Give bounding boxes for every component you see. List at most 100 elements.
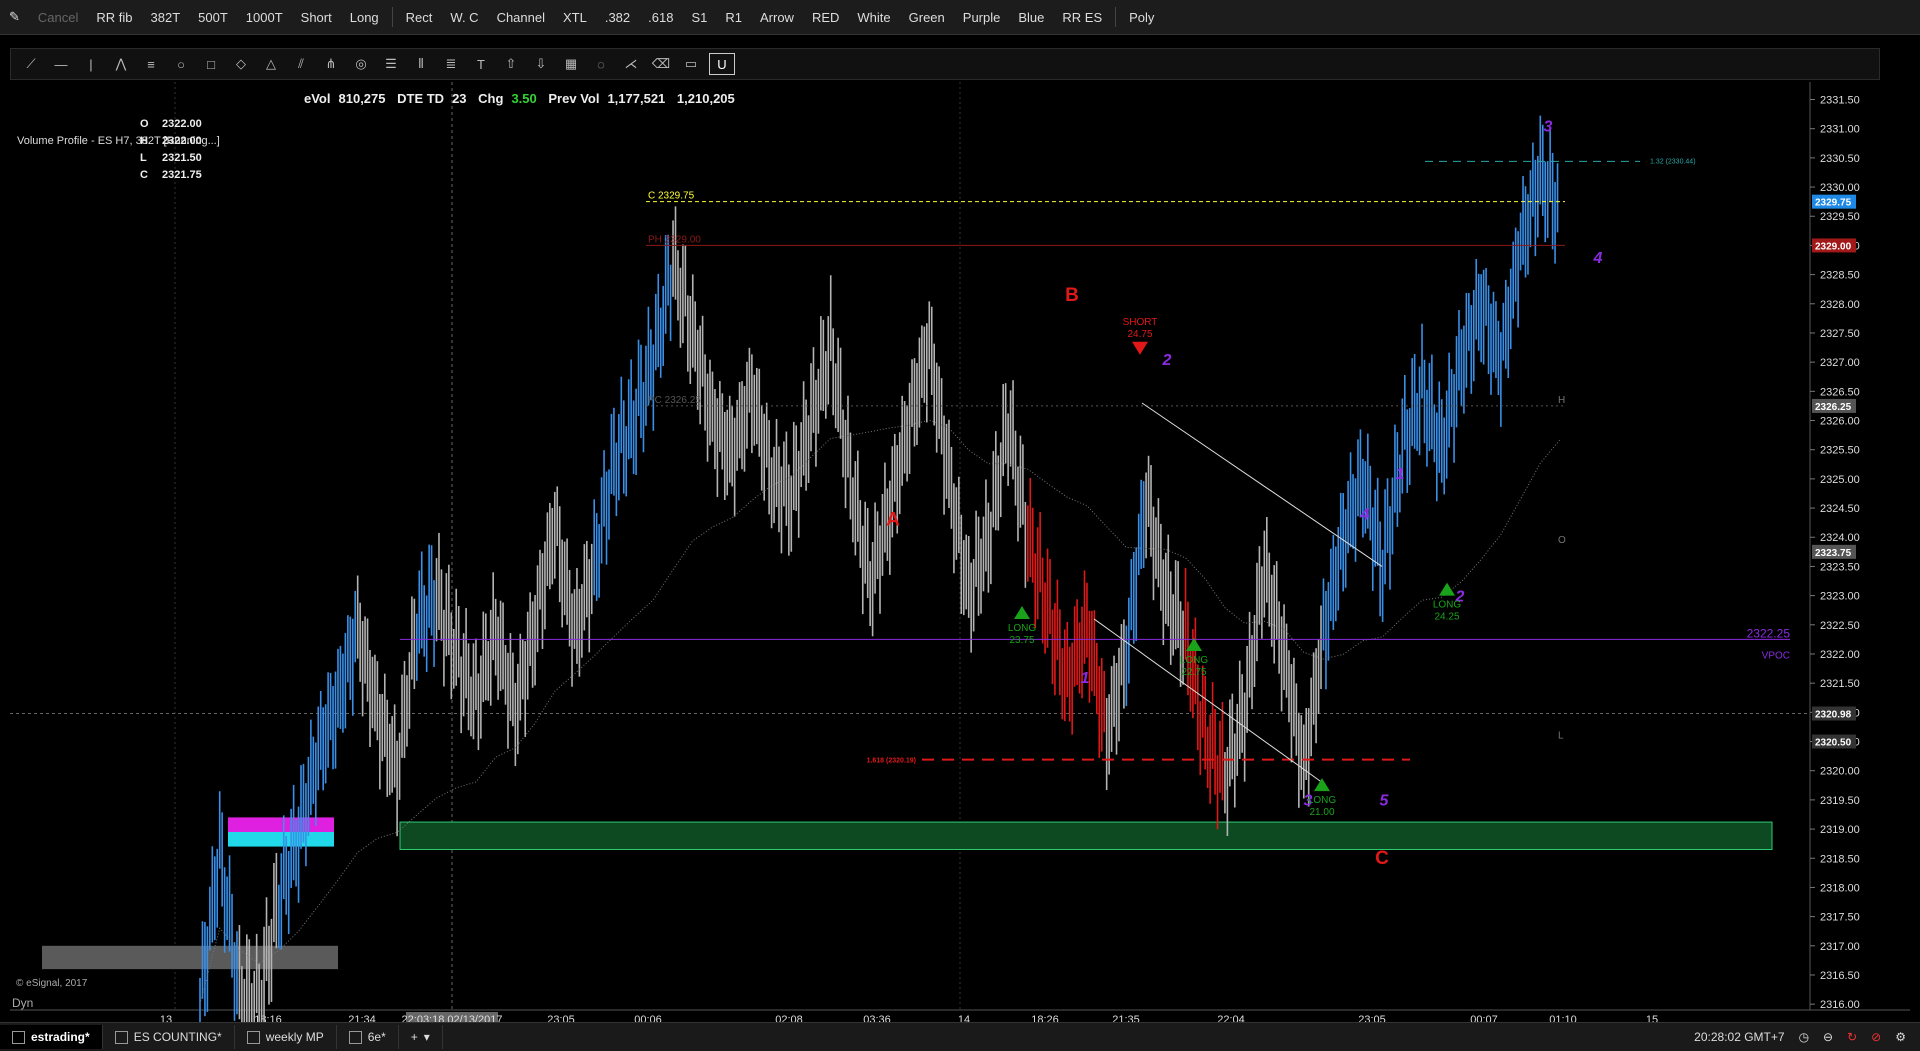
y-tick-label: 2321.50 xyxy=(1820,678,1860,690)
x-tick-label: 21:34 xyxy=(348,1014,376,1022)
toolbar-button-short[interactable]: Short xyxy=(292,10,341,25)
toolbar-button-channel[interactable]: Channel xyxy=(488,10,554,25)
toolbar-button-white[interactable]: White xyxy=(848,10,899,25)
polyline-tool-icon[interactable]: ⋀ xyxy=(109,54,133,74)
gann-tool-icon[interactable]: ◎ xyxy=(349,54,373,74)
y-tick-label: 2329.50 xyxy=(1820,211,1860,223)
y-tick-label: 2327.00 xyxy=(1820,357,1860,369)
long-signal-label: LONG xyxy=(1433,600,1462,611)
y-tick-label: 2325.00 xyxy=(1820,474,1860,486)
undo-icon[interactable]: U xyxy=(709,53,735,75)
toolbar-button-arrow[interactable]: Arrow xyxy=(751,10,803,25)
x-tick-label: 18:26 xyxy=(1031,1014,1059,1022)
dte-label: DTE TD xyxy=(397,91,445,106)
wave-label: B xyxy=(1065,285,1079,306)
tab-estrading[interactable]: estrading* xyxy=(0,1025,103,1049)
toolbar-button-cancel[interactable]: Cancel xyxy=(29,10,87,25)
toolbar-button-r1[interactable]: R1 xyxy=(716,10,751,25)
long-signal-value: 23.75 xyxy=(1009,635,1034,646)
toolbar-button-500t[interactable]: 500T xyxy=(189,10,237,25)
x-tick-label: 00:06 xyxy=(634,1014,662,1022)
level-label: C 2329.75 xyxy=(648,191,695,202)
pencil-icon[interactable]: ✎ xyxy=(0,9,29,25)
line-tool-icon[interactable]: ⟋ xyxy=(19,54,43,74)
chevron-down-icon: ▾ xyxy=(423,1030,430,1044)
toolbar-button-rect[interactable]: Rect xyxy=(397,10,442,25)
toolbar-button-green[interactable]: Green xyxy=(900,10,954,25)
chg-value: 3.50 xyxy=(511,91,537,106)
fan-icon[interactable]: ⋌ xyxy=(619,54,643,74)
arrow-up-icon[interactable]: ⇧ xyxy=(499,54,523,74)
toolbar-button-purple[interactable]: Purple xyxy=(954,10,1010,25)
price-chart[interactable]: 2331.50 2331.00 2330.50 2330.00 2329.50 2329.… xyxy=(10,82,1910,1022)
triangle-tool-icon[interactable]: △ xyxy=(259,54,283,74)
toolbar-button-s1[interactable]: S1 xyxy=(682,10,716,25)
cycles-icon[interactable]: ◌ xyxy=(589,54,613,74)
rect-tool-icon[interactable]: □ xyxy=(199,54,223,74)
grid-icon[interactable]: ▦ xyxy=(559,54,583,74)
plus-icon: + xyxy=(410,1030,418,1044)
bottom-tabbar: estrading* ES COUNTING* weekly MP 6e* + ▾… xyxy=(0,1022,1920,1051)
vline-tool-icon[interactable]: | xyxy=(79,54,103,74)
x-tick-label: 13 xyxy=(160,1014,172,1022)
y-tick-label: 2319.50 xyxy=(1820,795,1860,807)
text-tool-icon[interactable]: T xyxy=(469,54,493,74)
tab-checkbox[interactable] xyxy=(114,1030,128,1044)
fib-tool-icon[interactable]: ≡ xyxy=(139,54,163,74)
fib-time-icon[interactable]: ⦀ xyxy=(409,54,433,74)
tab-checkbox[interactable] xyxy=(348,1030,362,1044)
toolbar-button-618[interactable]: .618 xyxy=(639,10,682,25)
y-tick-label: 2325.50 xyxy=(1820,445,1860,457)
arrow-down-icon[interactable]: ⇩ xyxy=(529,54,553,74)
level-label: 2322.25 xyxy=(1747,626,1791,640)
toolbar-button-rr-es[interactable]: RR ES xyxy=(1053,10,1111,25)
eraser-icon[interactable]: ⌫ xyxy=(649,54,673,74)
hline-tool-icon[interactable]: ― xyxy=(49,54,73,74)
settings-icon[interactable]: ⚙ xyxy=(1895,1030,1906,1044)
o-label: O xyxy=(140,118,149,130)
add-tab-button[interactable]: + ▾ xyxy=(399,1025,443,1049)
volume-profile-bar xyxy=(228,817,334,832)
fib-levels-icon[interactable]: ☰ xyxy=(379,54,403,74)
toolbar-button-poly[interactable]: Poly xyxy=(1120,10,1163,25)
l-value: 2321.50 xyxy=(162,152,202,164)
toolbar-button-382[interactable]: .382 xyxy=(596,10,639,25)
tab-es-counting[interactable]: ES COUNTING* xyxy=(103,1025,235,1049)
y-tick-label: 2322.00 xyxy=(1820,649,1860,661)
wave-label: 3 xyxy=(1544,119,1553,136)
tab-weekly-mp[interactable]: weekly MP xyxy=(235,1025,337,1049)
channel-tool-icon[interactable]: ⫽ xyxy=(289,54,313,74)
link-icon[interactable]: ⊖ xyxy=(1823,1030,1833,1044)
tab-6e[interactable]: 6e* xyxy=(337,1025,399,1049)
clock-icon[interactable]: ◷ xyxy=(1799,1030,1809,1044)
toolbar-button-1000t[interactable]: 1000T xyxy=(237,10,292,25)
hol-label: H xyxy=(1558,395,1565,406)
level-label: PC 2326.25 xyxy=(648,395,701,406)
toolbar-button-rr-fib[interactable]: RR fib xyxy=(87,10,141,25)
tab-label: 6e* xyxy=(367,1030,386,1044)
o-value: 2322.00 xyxy=(162,118,202,130)
pitchfork-tool-icon[interactable]: ⋔ xyxy=(319,54,343,74)
tab-checkbox[interactable] xyxy=(246,1030,260,1044)
toolbar-button-w-c[interactable]: W. C xyxy=(441,10,487,25)
levels-icon[interactable]: ≣ xyxy=(439,54,463,74)
refresh-icon[interactable]: ↻ xyxy=(1847,1030,1857,1044)
copyright: © eSignal, 2017 xyxy=(16,978,88,989)
toolbar-button-long[interactable]: Long xyxy=(341,10,388,25)
toolbar-button-382t[interactable]: 382T xyxy=(142,10,190,25)
stop-icon[interactable]: ⊘ xyxy=(1871,1030,1881,1044)
wave-label: 5 xyxy=(1380,793,1390,810)
ellipse-tool-icon[interactable]: ○ xyxy=(169,54,193,74)
price-badge-label: 2329.00 xyxy=(1815,241,1852,252)
y-tick-label: 2326.00 xyxy=(1820,416,1860,428)
tab-checkbox[interactable] xyxy=(12,1030,25,1044)
long-signal-value: 24.25 xyxy=(1434,612,1459,623)
chat-icon[interactable]: ▭ xyxy=(679,54,703,74)
dyn-button[interactable]: Dyn xyxy=(12,996,33,1010)
toolbar-button-red[interactable]: RED xyxy=(803,10,848,25)
toolbar-button-xtl[interactable]: XTL xyxy=(554,10,596,25)
prevvol-label: Prev Vol xyxy=(548,91,600,106)
toolbar-button-blue[interactable]: Blue xyxy=(1009,10,1053,25)
eraser-tool-icon[interactable]: ◇ xyxy=(229,54,253,74)
short-signal-value: 24.75 xyxy=(1127,329,1152,340)
